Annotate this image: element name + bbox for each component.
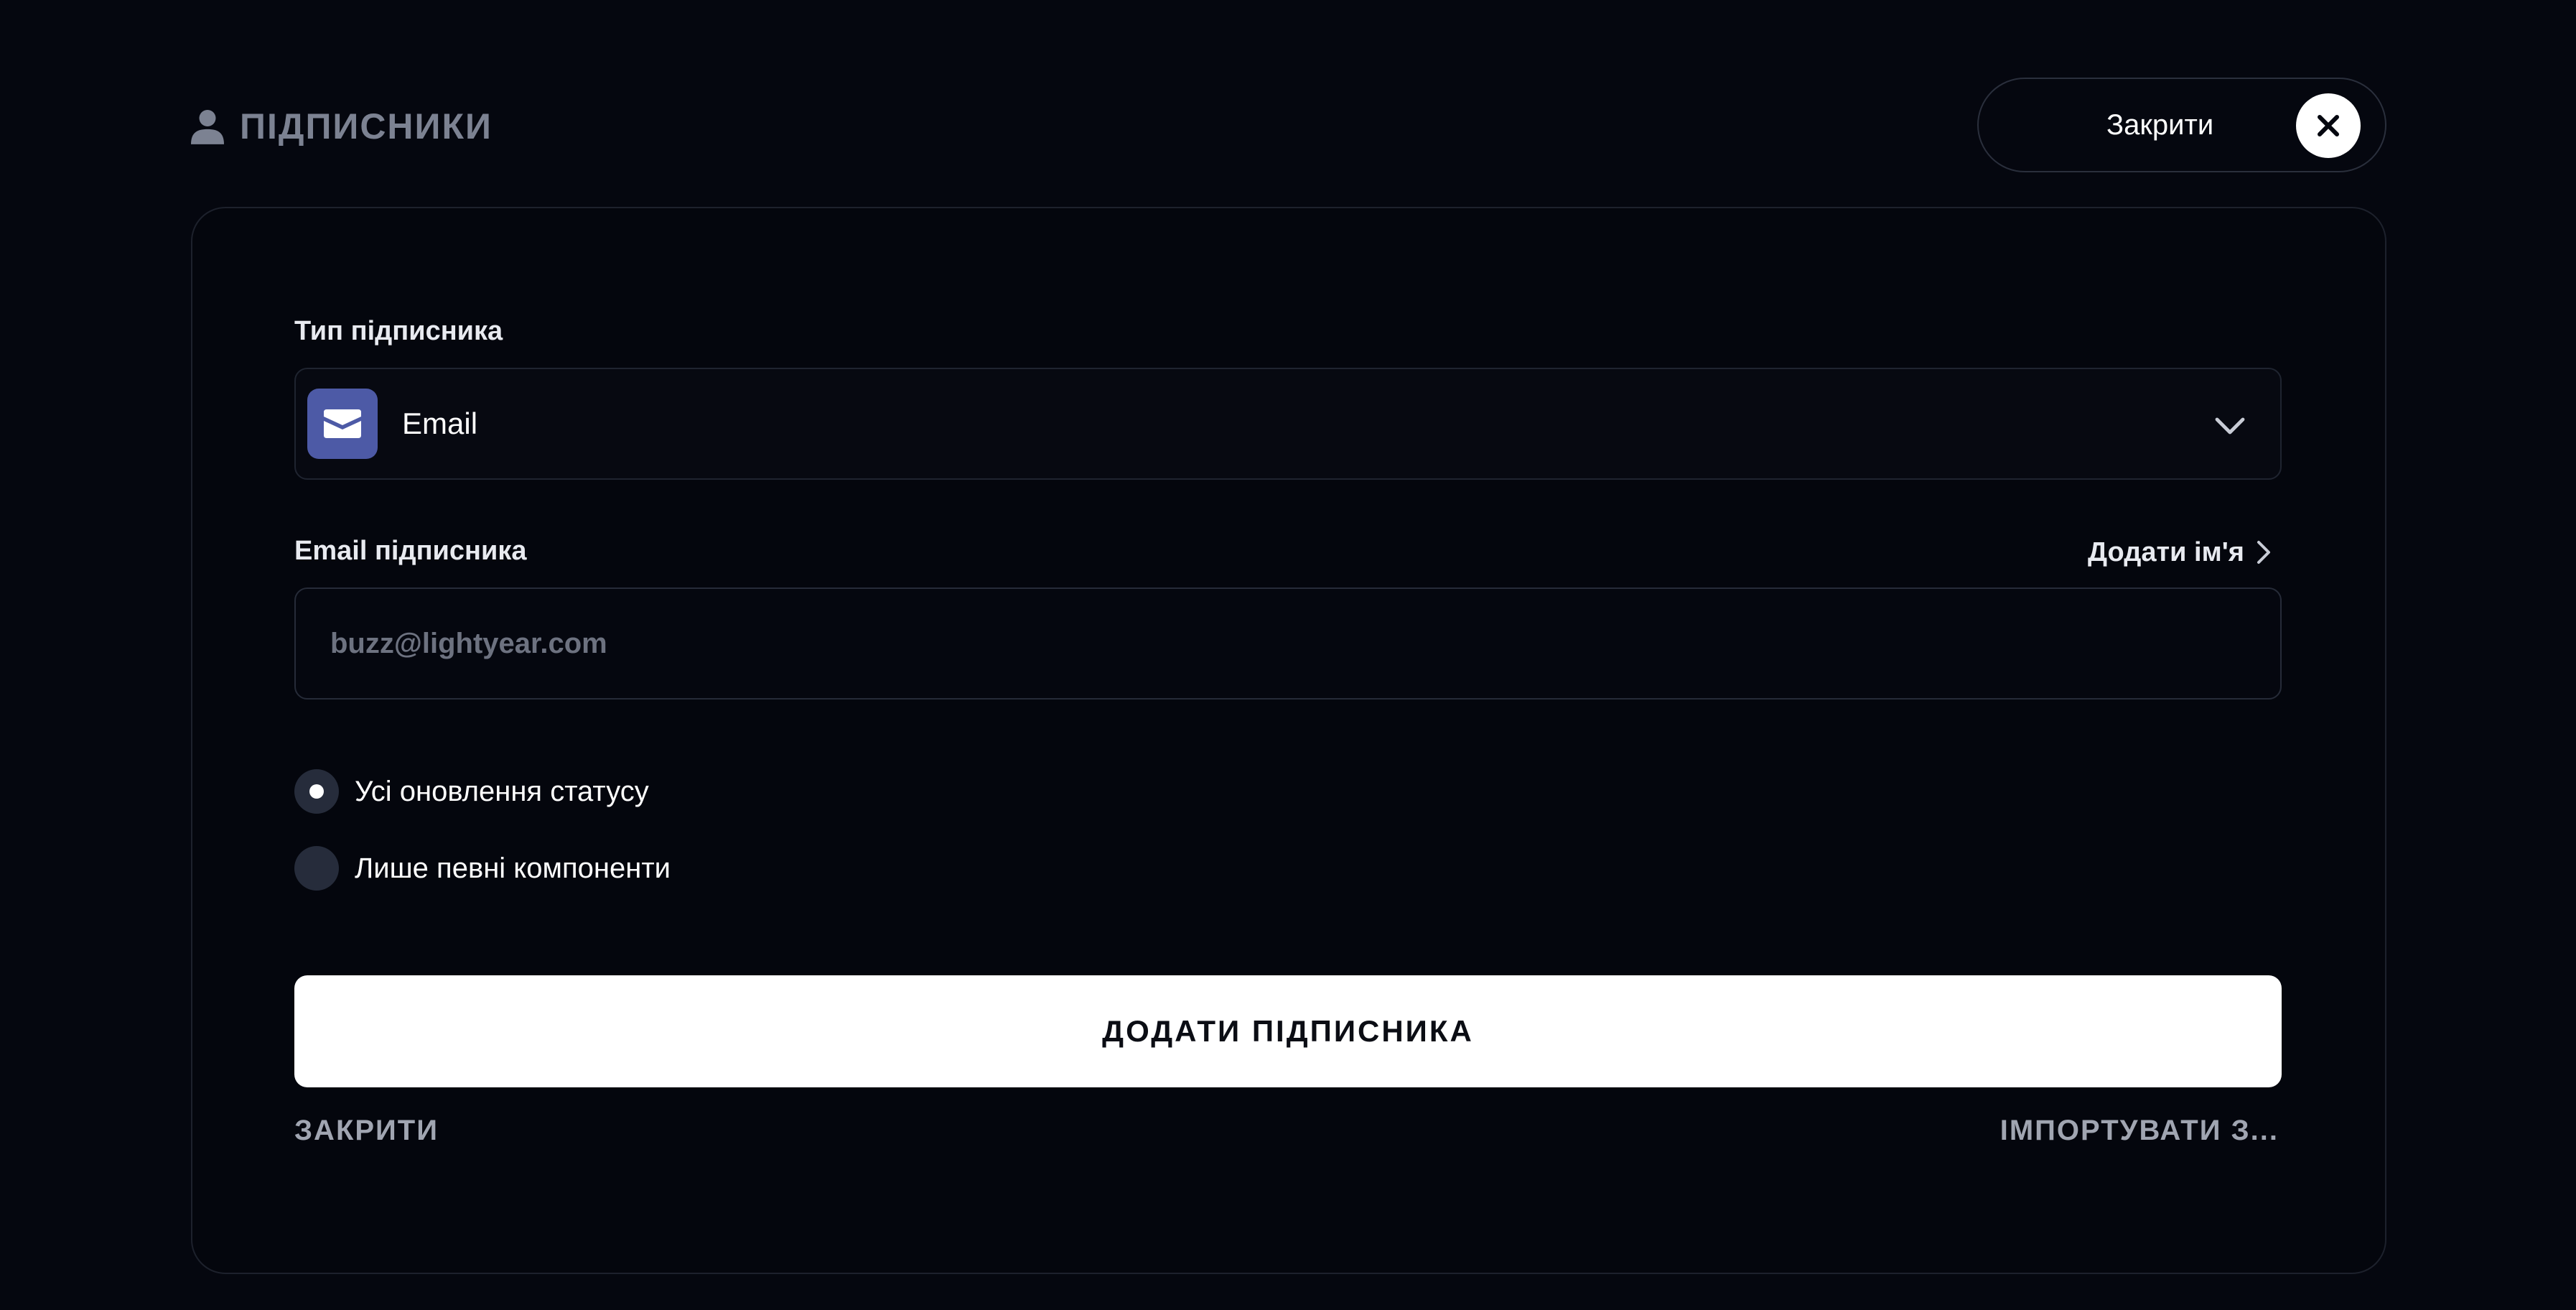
subscriber-email-label: Email підписника [294,536,527,566]
close-button-label: Закрити [2106,108,2214,141]
radio-specific-components-label: Лише певні компоненти [355,852,671,884]
chevron-down-icon [2215,417,2245,435]
chevron-right-icon [2257,541,2270,564]
add-name-label: Додати ім'я [2088,536,2244,567]
radio-unselected-indicator[interactable] [294,846,339,891]
import-link[interactable]: ІМПОРТУВАТИ З... [2000,1115,2279,1147]
envelope-icon [307,389,378,459]
subscriber-type-label: Тип підписника [294,316,503,346]
subscribers-page: ПІДПИСНИКИ Закрити Тип підписника Email … [0,0,2576,1310]
page-title: ПІДПИСНИКИ [191,99,493,154]
radio-selected-indicator[interactable] [294,769,339,814]
add-subscriber-button[interactable]: ДОДАТИ ПІДПИСНИКА [294,975,2282,1087]
radio-all-updates[interactable]: Усі оновлення статусу [294,768,649,814]
subscriber-type-select[interactable]: Email [294,368,2282,480]
subscriber-type-value: Email [402,407,478,440]
email-input[interactable] [294,587,2282,700]
person-icon [191,110,224,144]
cancel-link[interactable]: ЗАКРИТИ [294,1115,439,1147]
radio-specific-components[interactable]: Лише певні компоненти [294,845,671,891]
close-icon[interactable] [2296,93,2361,158]
add-name-link[interactable]: Додати ім'я [2088,534,2274,570]
page-title-text: ПІДПИСНИКИ [240,106,493,147]
radio-all-updates-label: Усі оновлення статусу [355,775,649,807]
close-button[interactable]: Закрити [1977,78,2386,172]
